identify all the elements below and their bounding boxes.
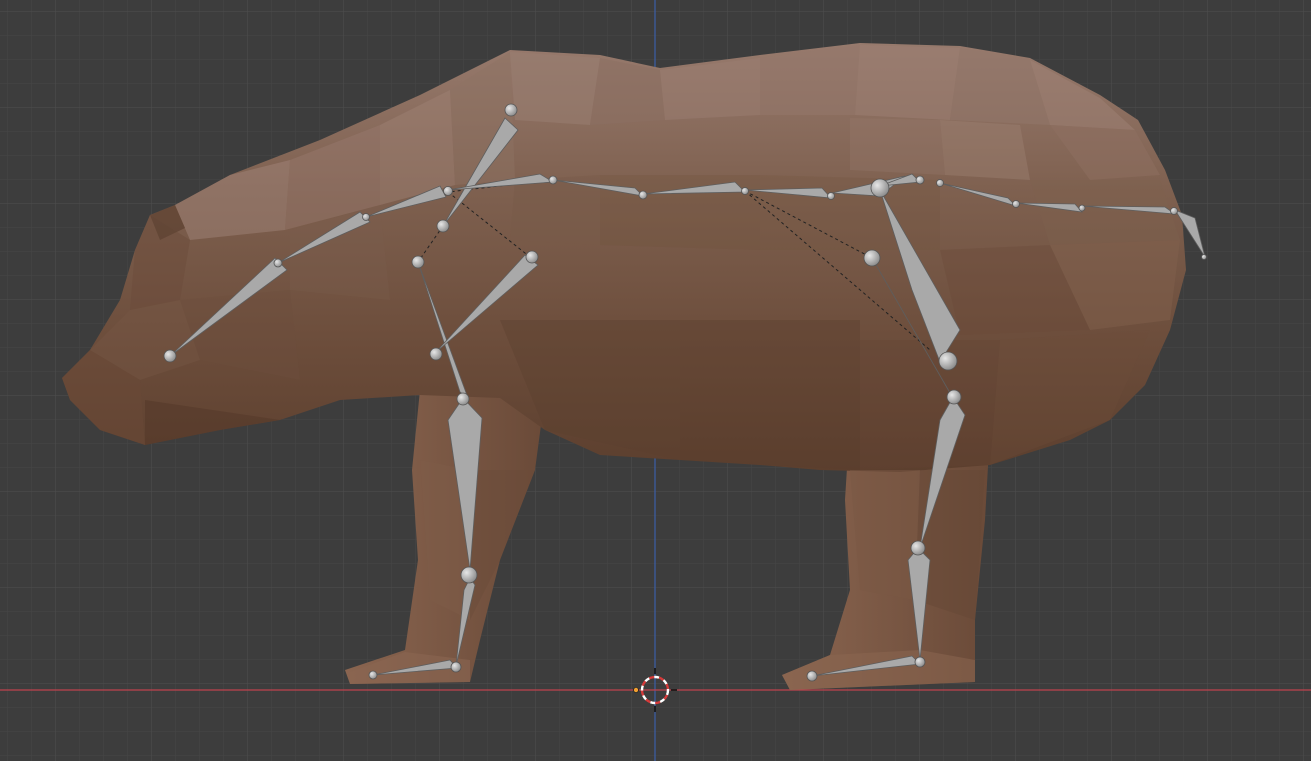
3d-viewport[interactable] [0,0,1311,761]
viewport-canvas[interactable] [0,0,1311,761]
